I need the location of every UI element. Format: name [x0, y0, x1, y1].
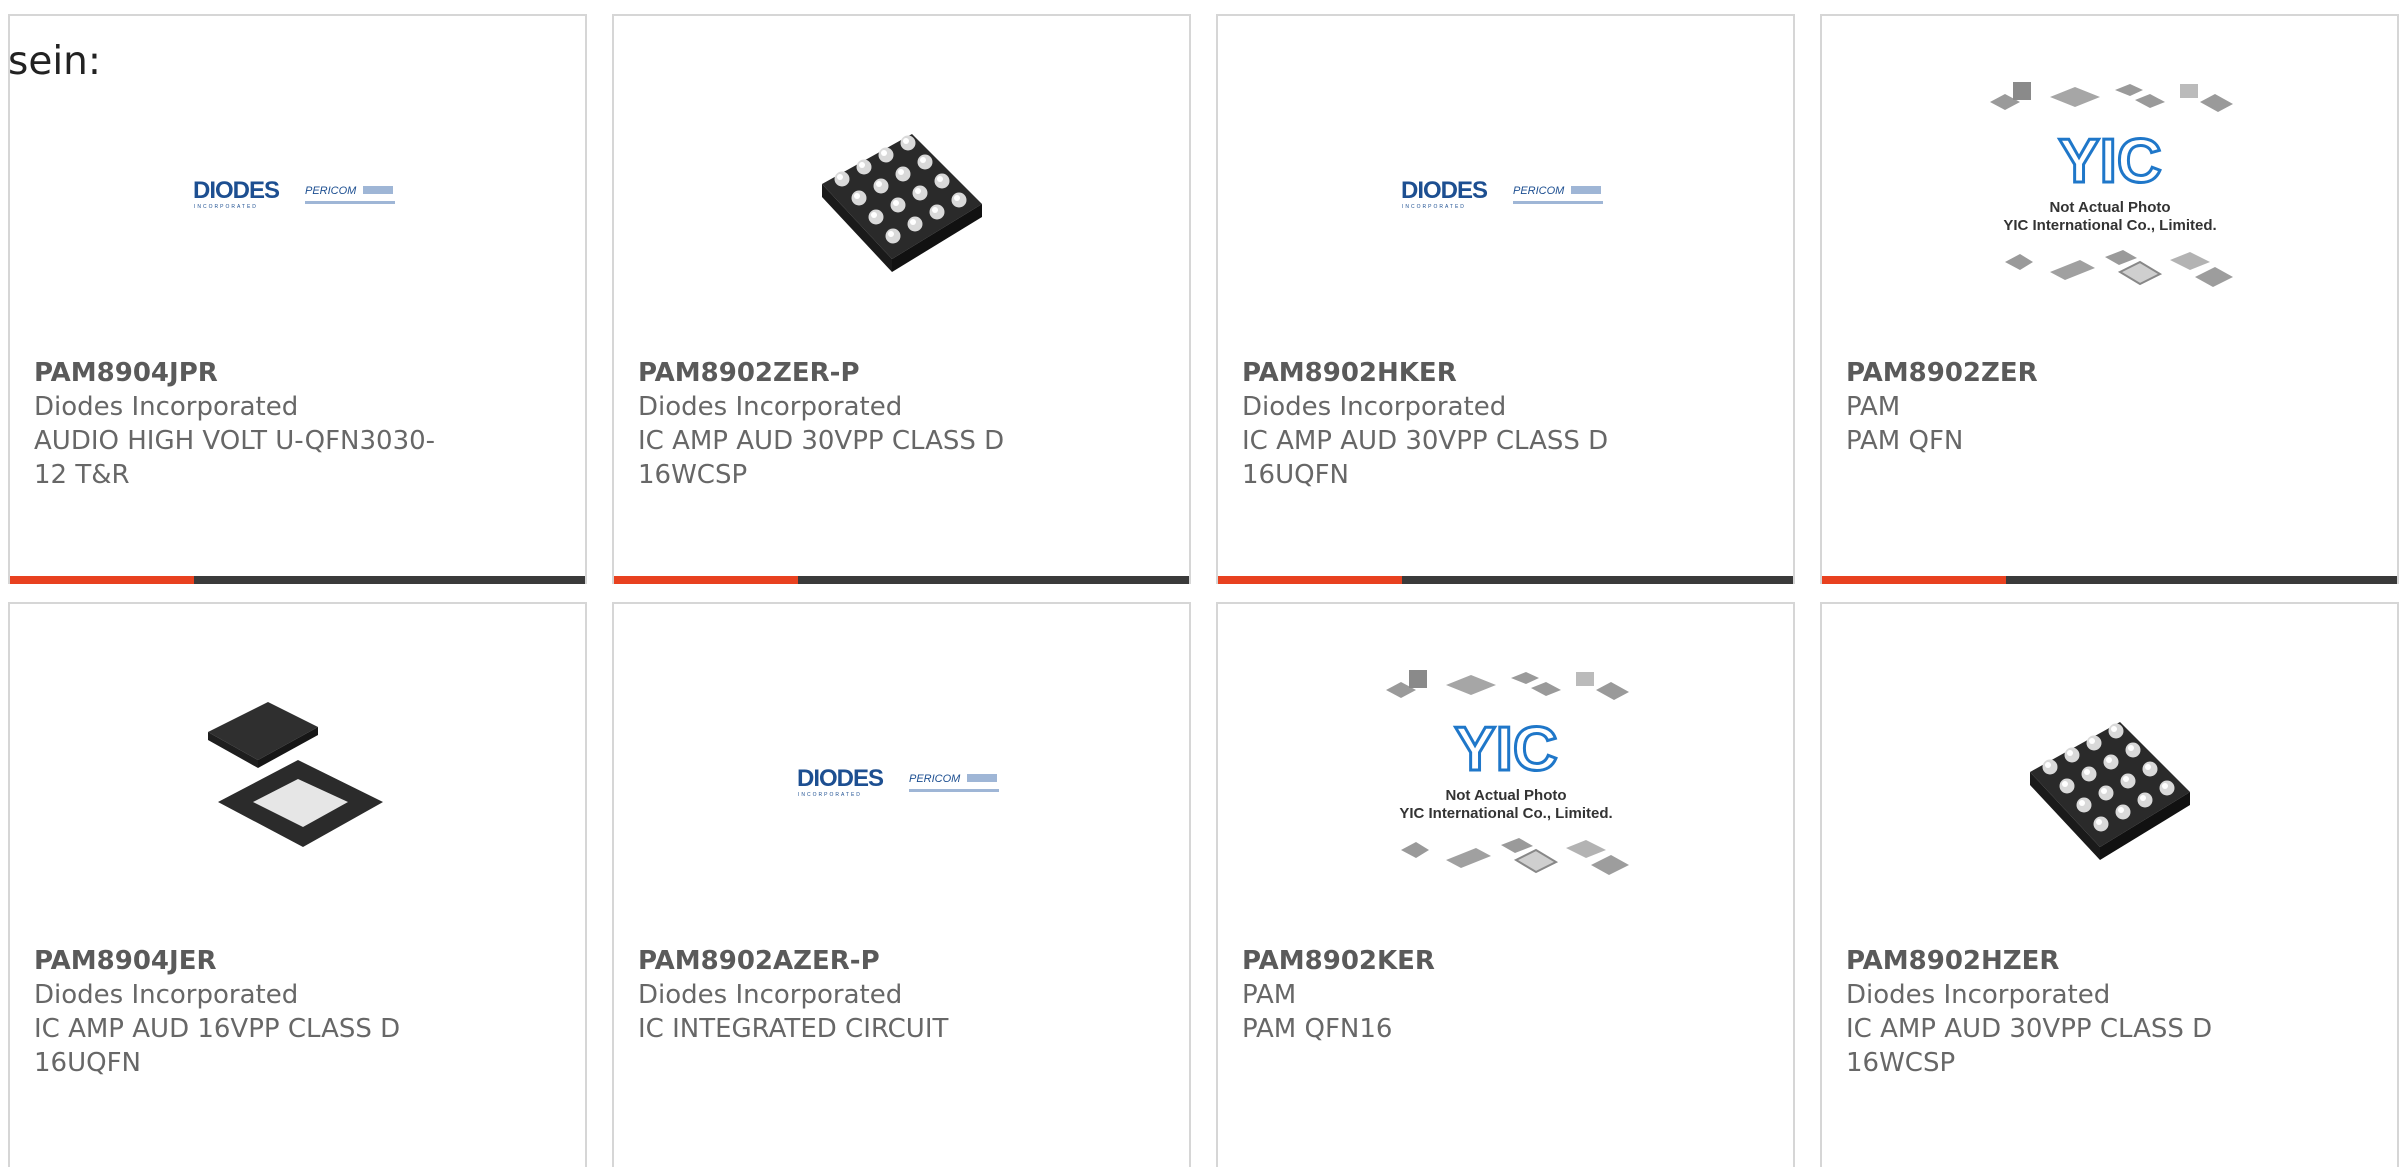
svg-text:INCORPORATED: INCORPORATED: [194, 204, 258, 210]
product-card[interactable]: YIC Not Actual Photo YIC International Co.…: [1216, 602, 1795, 1167]
product-grid: DIODES INCORPORATED PERICOM PAM8904JPR Dio…: [8, 14, 2399, 1167]
manufacturer: Diodes Incorporated: [1242, 392, 1507, 422]
part-number[interactable]: PAM8902HKER: [1242, 356, 1769, 390]
card-accent-bar: [1218, 576, 1793, 584]
product-card[interactable]: DIODES INCORPORATED PERICOM PAM8904JPR Dio…: [8, 14, 587, 584]
page: sein: DIODES INCORPORATED PERICOM PAM8904J…: [0, 0, 2400, 1167]
manufacturer: Diodes Incorporated: [34, 980, 299, 1010]
product-card[interactable]: DIODES INCORPORATED PERICOM PAM8902AZER-P …: [612, 602, 1191, 1167]
yic-placeholder-icon: YIC Not Actual Photo YIC International Co.…: [1975, 72, 2245, 316]
svg-text:PERICOM: PERICOM: [1513, 185, 1565, 197]
svg-text:DIODES: DIODES: [193, 177, 280, 204]
svg-text:INCORPORATED: INCORPORATED: [1402, 204, 1466, 210]
product-description: IC AMP AUD 30VPP CLASS D 16WCSP: [1846, 1014, 2213, 1078]
diodes-logo-icon: DIODESINCORPORATED PERICOM: [193, 177, 395, 210]
product-info: PAM8902ZER PAM PAM QFN: [1846, 356, 2373, 458]
diodes-logo-icon: DIODESINCORPORATED PERICOM: [1401, 177, 1603, 210]
part-number[interactable]: PAM8902ZER: [1846, 356, 2373, 390]
intro-text: sein:: [8, 39, 102, 84]
card-accent-bar: [10, 576, 585, 584]
svg-text:Not Actual Photo: Not Actual Photo: [2049, 199, 2170, 216]
part-number[interactable]: PAM8904JER: [34, 944, 561, 978]
qfn-chip-icon: [207, 702, 383, 847]
product-image[interactable]: DIODES INCORPORATED PERICOM: [10, 74, 585, 314]
product-info: PAM8902HKER Diodes Incorporated IC AMP A…: [1242, 356, 1769, 492]
svg-text:INCORPORATED: INCORPORATED: [798, 792, 862, 798]
manufacturer: PAM: [1846, 392, 1901, 422]
part-number[interactable]: PAM8902HZER: [1846, 944, 2373, 978]
svg-text:DIODES: DIODES: [797, 765, 884, 792]
product-info: PAM8902KER PAM PAM QFN16: [1242, 944, 1769, 1046]
svg-text:YIC: YIC: [1454, 715, 1557, 784]
card-accent-bar: [1822, 576, 2397, 584]
product-info: PAM8904JPR Diodes Incorporated AUDIO HIG…: [34, 356, 561, 492]
product-description: PAM QFN: [1846, 426, 1964, 456]
product-info: PAM8902ZER-P Diodes Incorporated IC AMP …: [638, 356, 1165, 492]
manufacturer: Diodes Incorporated: [638, 392, 903, 422]
product-image[interactable]: [10, 662, 585, 902]
part-number[interactable]: PAM8902AZER-P: [638, 944, 1165, 978]
product-info: PAM8902HZER Diodes Incorporated IC AMP A…: [1846, 944, 2373, 1080]
svg-text:DIODES: DIODES: [1401, 177, 1488, 204]
diodes-logo-icon: DIODESINCORPORATED PERICOM: [797, 765, 999, 798]
product-card[interactable]: PAM8904JER Diodes Incorporated IC AMP AU…: [8, 602, 587, 1167]
svg-text:PERICOM: PERICOM: [305, 185, 357, 197]
card-accent-bar: [614, 576, 1189, 584]
manufacturer: Diodes Incorporated: [638, 980, 903, 1010]
part-number[interactable]: PAM8904JPR: [34, 356, 561, 390]
manufacturer: Diodes Incorporated: [34, 392, 299, 422]
product-description: PAM QFN16: [1242, 1014, 1393, 1044]
bga-chip-icon: [821, 134, 982, 272]
bga-chip-icon: [2029, 722, 2190, 860]
product-card[interactable]: YIC Not Actual Photo YIC International Co.…: [1820, 14, 2399, 584]
yic-placeholder-icon: YIC Not Actual Photo YIC International Co.…: [1371, 660, 1641, 904]
product-description: AUDIO HIGH VOLT U-QFN3030-12 T&R: [34, 426, 436, 490]
product-image[interactable]: [614, 74, 1189, 314]
product-card[interactable]: DIODES INCORPORATED PERICOM PAM8902HKER Di…: [1216, 14, 1795, 584]
product-image[interactable]: YIC Not Actual Photo YIC International Co.…: [1822, 74, 2397, 314]
svg-text:YIC International Co., Limited: YIC International Co., Limited.: [1399, 805, 1612, 822]
part-number[interactable]: PAM8902ZER-P: [638, 356, 1165, 390]
part-number[interactable]: PAM8902KER: [1242, 944, 1769, 978]
svg-text:YIC: YIC: [2058, 127, 2161, 196]
manufacturer: PAM: [1242, 980, 1297, 1010]
manufacturer: Diodes Incorporated: [1846, 980, 2111, 1010]
product-description: IC AMP AUD 30VPP CLASS D 16UQFN: [1242, 426, 1609, 490]
product-description: IC INTEGRATED CIRCUIT: [638, 1014, 949, 1044]
product-image[interactable]: [1822, 662, 2397, 902]
product-card[interactable]: PAM8902ZER-P Diodes Incorporated IC AMP …: [612, 14, 1191, 584]
product-image[interactable]: YIC Not Actual Photo YIC International Co.…: [1218, 662, 1793, 902]
svg-text:Not Actual Photo: Not Actual Photo: [1445, 787, 1566, 804]
product-image[interactable]: DIODES INCORPORATED PERICOM: [1218, 74, 1793, 314]
product-description: IC AMP AUD 30VPP CLASS D 16WCSP: [638, 426, 1005, 490]
product-image[interactable]: DIODES INCORPORATED PERICOM: [614, 662, 1189, 902]
product-info: PAM8902AZER-P Diodes Incorporated IC INT…: [638, 944, 1165, 1046]
product-card[interactable]: PAM8902HZER Diodes Incorporated IC AMP A…: [1820, 602, 2399, 1167]
svg-text:YIC International Co., Limited: YIC International Co., Limited.: [2003, 217, 2216, 234]
product-info: PAM8904JER Diodes Incorporated IC AMP AU…: [34, 944, 561, 1080]
product-description: IC AMP AUD 16VPP CLASS D 16UQFN: [34, 1014, 401, 1078]
svg-text:PERICOM: PERICOM: [909, 773, 961, 785]
